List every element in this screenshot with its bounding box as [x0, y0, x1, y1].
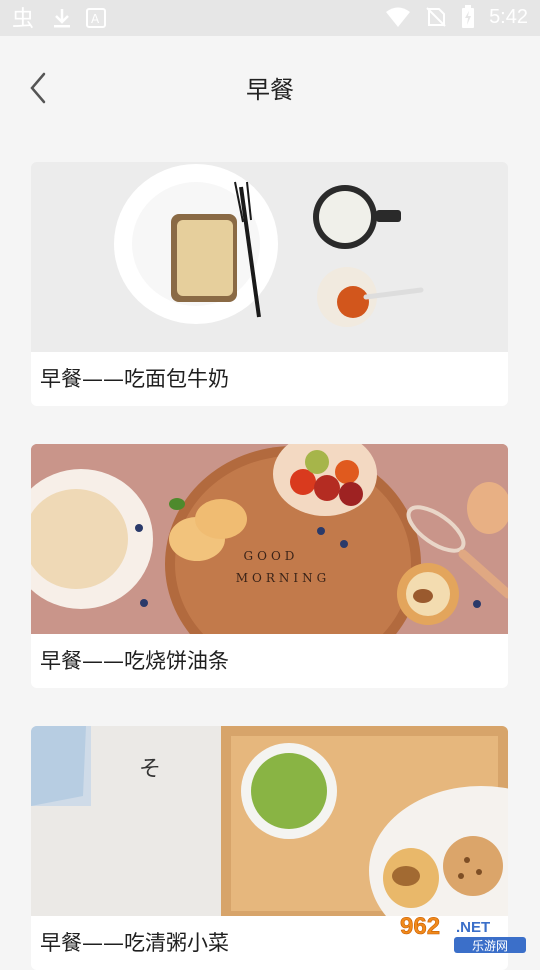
- watermark-suffix: .NET: [456, 919, 490, 936]
- bread-and-milk-photo: [31, 162, 508, 352]
- card-title: 早餐——吃烧饼油条: [40, 649, 229, 673]
- list-item-card-1[interactable]: 早餐——吃面包牛奶: [31, 162, 508, 406]
- status-time: 5:42: [489, 5, 528, 28]
- morning-text: MORNING: [236, 571, 331, 585]
- list-item-card-2[interactable]: GOOD MORNING 早餐——吃烧饼油条: [31, 444, 508, 688]
- kana-text: そ: [139, 757, 161, 782]
- wifi-icon: [385, 6, 411, 28]
- app-icon: A: [86, 8, 106, 28]
- page-title: 早餐: [246, 76, 294, 104]
- congee-tray-photo: そ: [31, 726, 508, 916]
- svg-text:A: A: [91, 12, 100, 26]
- app-header: 早餐: [0, 36, 540, 140]
- svg-text:虫: 虫: [12, 7, 34, 30]
- download-icon: [52, 7, 72, 29]
- status-bar: 虫 A 5:42: [0, 0, 540, 36]
- good-text: GOOD: [244, 549, 299, 563]
- bug-icon: 虫: [12, 6, 38, 30]
- site-watermark: 962 .NET 乐游网: [396, 910, 532, 954]
- watermark-cn: 乐游网: [472, 939, 508, 953]
- battery-charging-icon: [461, 5, 475, 29]
- good-morning-board-photo: GOOD MORNING: [31, 444, 508, 634]
- no-sim-icon: [425, 6, 447, 28]
- card-title: 早餐——吃面包牛奶: [40, 367, 229, 391]
- watermark-number: 962: [400, 913, 440, 940]
